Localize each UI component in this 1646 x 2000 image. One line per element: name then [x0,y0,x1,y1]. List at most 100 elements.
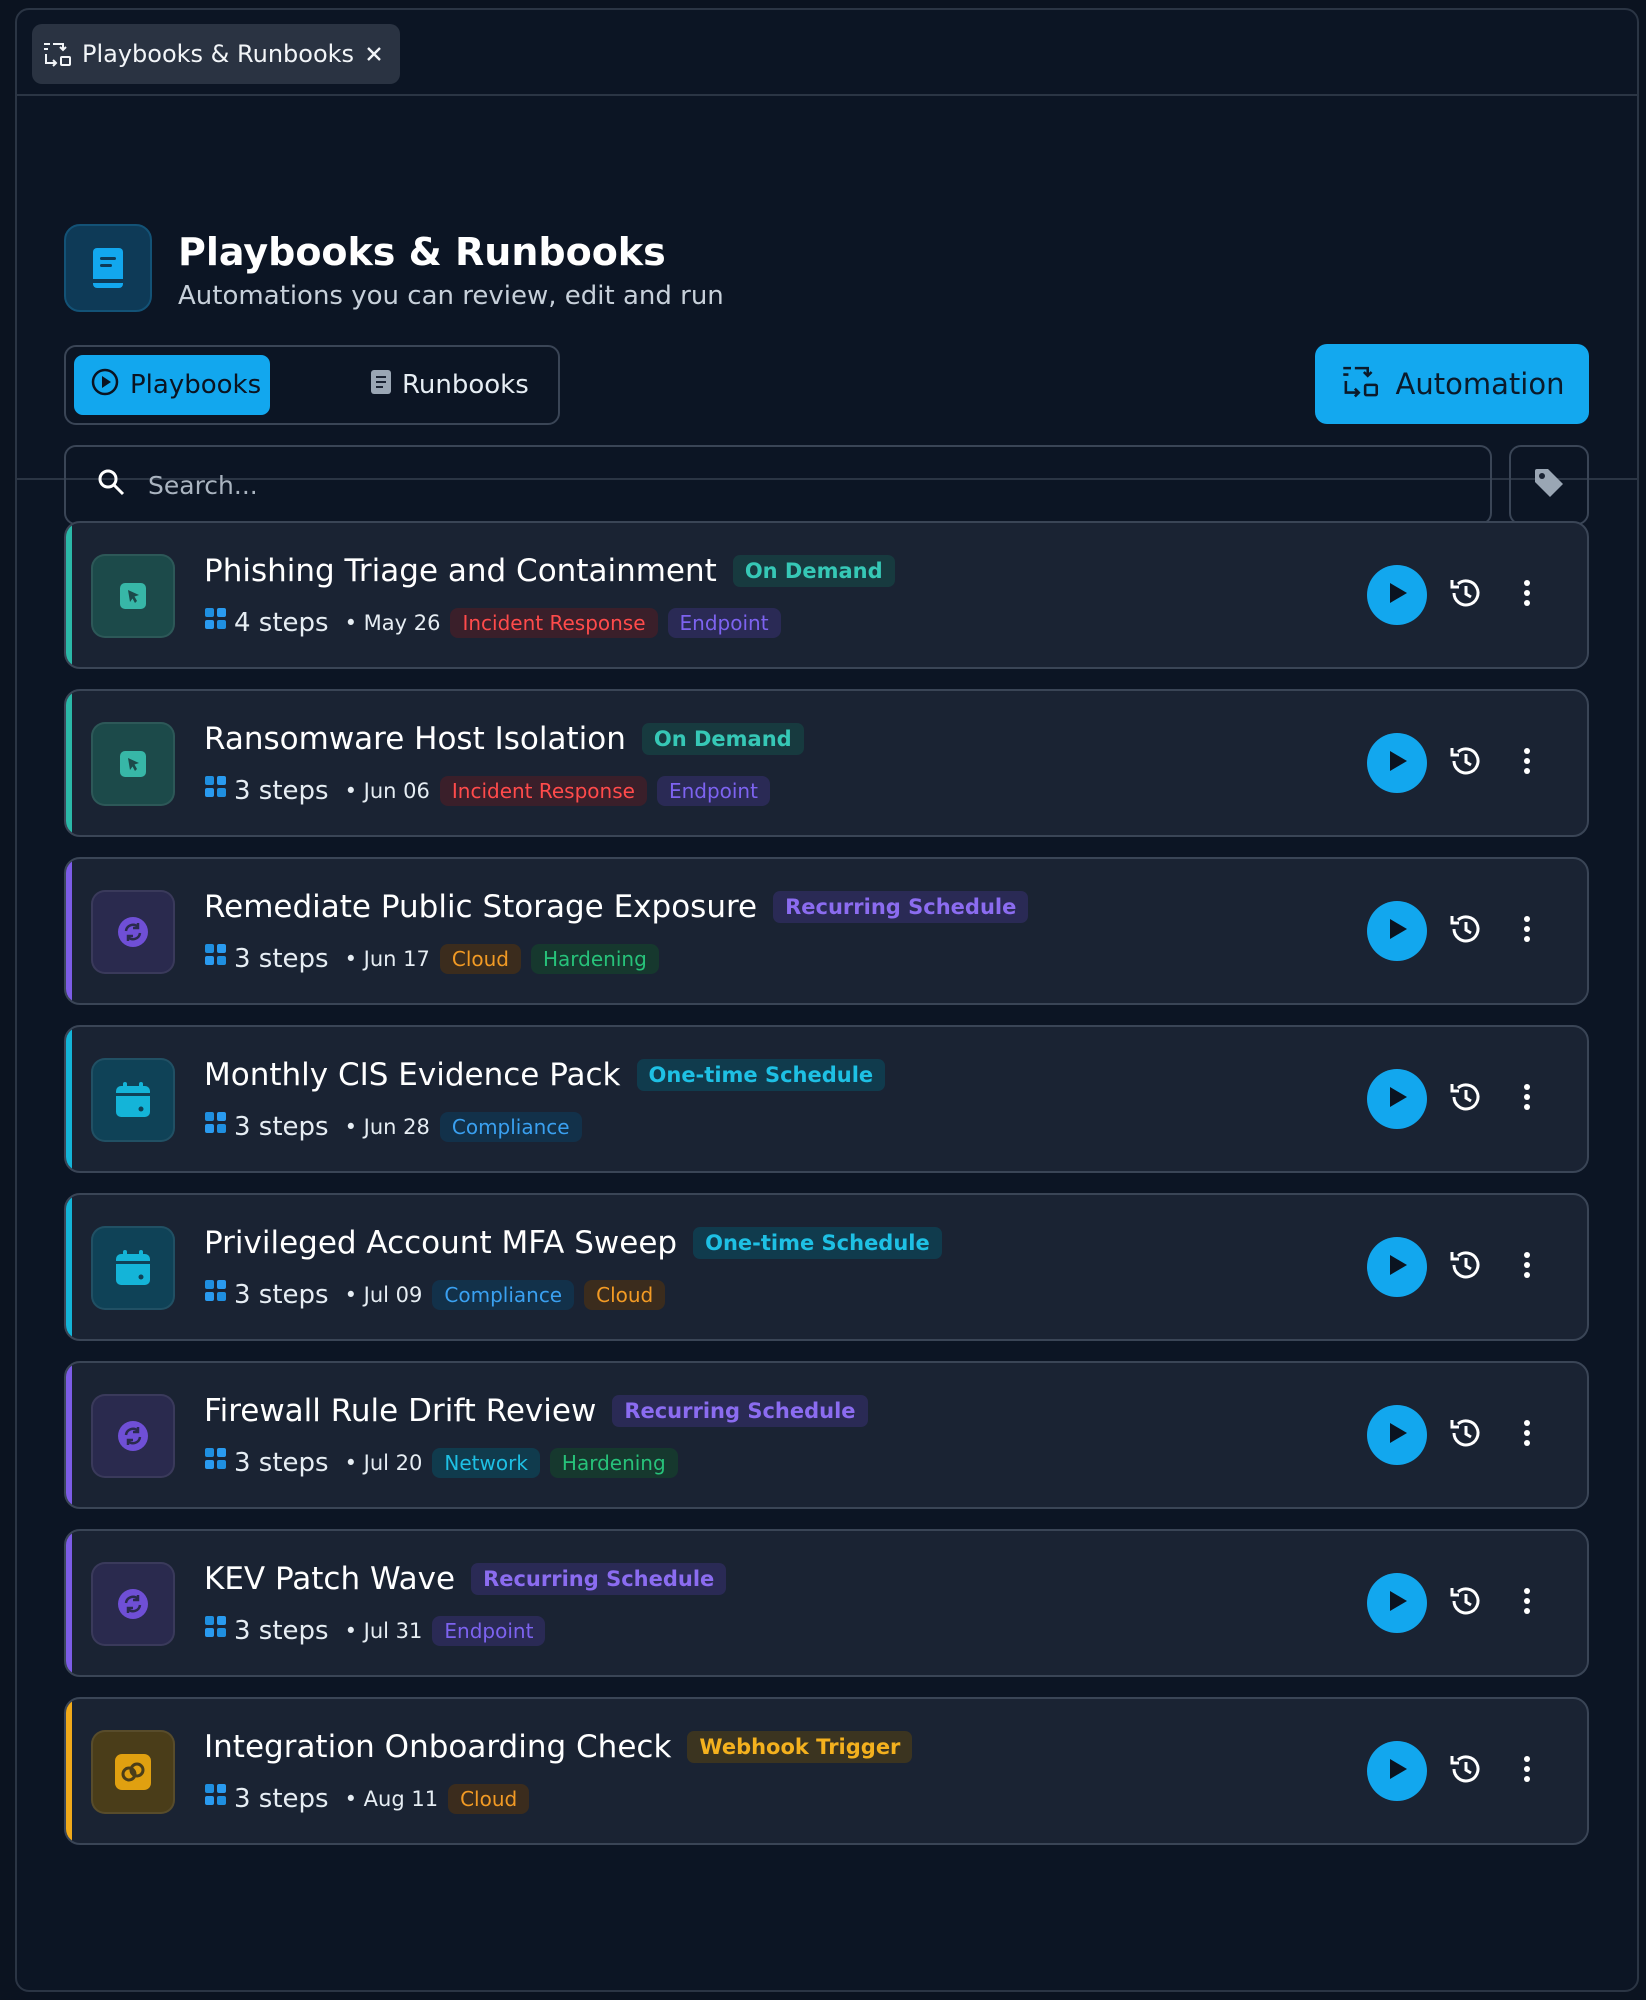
history-button[interactable] [1441,1746,1491,1796]
tag-chip-network[interactable]: Network [432,1447,540,1478]
more-options-button[interactable] [1507,738,1547,788]
tab-playbooks[interactable]: Playbooks [74,355,270,415]
automation-button-label: Automation [1395,367,1565,401]
history-button[interactable] [1441,906,1491,956]
sync-icon [91,1562,175,1646]
run-button[interactable] [1367,1069,1427,1129]
run-button[interactable] [1367,1237,1427,1297]
playbook-title[interactable]: Phishing Triage and Containment [204,553,717,589]
steps-count: 4 steps [204,607,329,638]
tag-chip-endpoint[interactable]: Endpoint [667,607,781,638]
history-button[interactable] [1441,738,1491,788]
tag-chip-compliance[interactable]: Compliance [432,1279,575,1310]
playbook-title[interactable]: KEV Patch Wave [204,1561,455,1597]
card-meta-row: 4 steps • May 26 Incident Response Endpoi… [204,607,781,638]
playbook-title[interactable]: Monthly CIS Evidence Pack [204,1057,621,1093]
sync-icon [91,890,175,974]
playbook-title[interactable]: Firewall Rule Drift Review [204,1393,596,1429]
steps-icon [204,1447,228,1478]
playbook-title[interactable]: Integration Onboarding Check [204,1729,671,1765]
tag-chip-cloud[interactable]: Cloud [448,1783,530,1814]
card-title-row: Privileged Account MFA Sweep One-time Sc… [204,1225,942,1261]
more-options-button[interactable] [1507,570,1547,620]
close-icon[interactable] [364,44,384,64]
run-button[interactable] [1367,1573,1427,1633]
play-icon [1385,1420,1409,1450]
steps-label: 3 steps [234,775,329,806]
playbook-card[interactable]: Monthly CIS Evidence Pack One-time Sched… [64,1025,1589,1173]
run-button[interactable] [1367,733,1427,793]
playbook-card[interactable]: KEV Patch Wave Recurring Schedule 3 step… [64,1529,1589,1677]
playbook-card[interactable]: Firewall Rule Drift Review Recurring Sch… [64,1361,1589,1509]
card-meta-row: 3 steps • Jul 09 Compliance Cloud [204,1279,666,1310]
more-vertical-icon [1523,1587,1531,1619]
tab-runbooks[interactable]: Runbooks [370,355,529,415]
tag-chip-endpoint[interactable]: Endpoint [656,775,770,806]
tag-chip-cloud[interactable]: Cloud [439,943,522,974]
tag-chip-incident[interactable]: Incident Response [439,775,647,806]
playbook-card[interactable]: Integration Onboarding Check Webhook Tri… [64,1697,1589,1845]
more-options-button[interactable] [1507,1074,1547,1124]
playbook-title[interactable]: Ransomware Host Isolation [204,721,626,757]
steps-label: 3 steps [234,943,329,974]
steps-icon [204,1615,228,1646]
trigger-badge: Recurring Schedule [773,891,1029,923]
more-options-button[interactable] [1507,906,1547,956]
history-button[interactable] [1441,1242,1491,1292]
more-options-button[interactable] [1507,1242,1547,1292]
date-value: Jul 20 [363,1450,423,1475]
date-value: Jun 17 [363,946,430,971]
updated-date: • Jul 09 [344,1282,423,1307]
history-button[interactable] [1441,570,1491,620]
card-actions [1367,1237,1547,1297]
more-options-button[interactable] [1507,1410,1547,1460]
play-icon [1385,916,1409,946]
search-input[interactable]: Search... [64,445,1492,525]
tag-filter-button[interactable] [1509,445,1589,525]
more-vertical-icon [1523,1419,1531,1451]
card-meta-row: 3 steps • Aug 11 Cloud [204,1783,530,1814]
date-value: Jul 09 [363,1282,423,1307]
more-options-button[interactable] [1507,1746,1547,1796]
history-button[interactable] [1441,1410,1491,1460]
tab-bar: Playbooks & Runbooks [17,10,1637,96]
run-button[interactable] [1367,1741,1427,1801]
history-button[interactable] [1441,1578,1491,1628]
playbook-card[interactable]: Phishing Triage and Containment On Deman… [64,521,1589,669]
tag-chip-compliance[interactable]: Compliance [439,1111,582,1142]
date-value: May 26 [363,610,441,635]
playbook-card[interactable]: Ransomware Host Isolation On Demand 3 st… [64,689,1589,837]
tag-chip-cloud[interactable]: Cloud [584,1279,666,1310]
automation-button[interactable]: Automation [1315,344,1589,424]
playbook-card[interactable]: Remediate Public Storage Exposure Recurr… [64,857,1589,1005]
updated-date: • Jul 20 [344,1450,423,1475]
card-meta-row: 3 steps • Jul 20 Network Hardening [204,1447,678,1478]
steps-icon [204,775,228,806]
steps-count: 3 steps [204,1615,329,1646]
steps-icon [204,1279,228,1310]
tab-playbooks-runbooks[interactable]: Playbooks & Runbooks [32,24,401,84]
more-options-button[interactable] [1507,1578,1547,1628]
tag-chip-incident[interactable]: Incident Response [450,607,658,638]
playbook-card[interactable]: Privileged Account MFA Sweep One-time Sc… [64,1193,1589,1341]
steps-count: 3 steps [204,1111,329,1142]
run-button[interactable] [1367,1405,1427,1465]
steps-icon [204,943,228,974]
more-vertical-icon [1523,1755,1531,1787]
play-icon [1385,748,1409,778]
tag-chip-endpoint[interactable]: Endpoint [432,1615,546,1646]
tag-chip-hardening[interactable]: Hardening [549,1447,678,1478]
page-title: Playbooks & Runbooks [178,230,666,274]
history-icon [1447,910,1485,952]
tag-chip-hardening[interactable]: Hardening [531,943,659,974]
run-button[interactable] [1367,901,1427,961]
history-icon [1447,1582,1485,1624]
run-button[interactable] [1367,565,1427,625]
steps-icon [204,607,228,638]
date-value: Jul 31 [363,1618,423,1643]
playbook-title[interactable]: Privileged Account MFA Sweep [204,1225,677,1261]
history-button[interactable] [1441,1074,1491,1124]
cursor-icon [91,554,175,638]
card-accent-bar [66,1531,72,1675]
playbook-title[interactable]: Remediate Public Storage Exposure [204,889,757,925]
